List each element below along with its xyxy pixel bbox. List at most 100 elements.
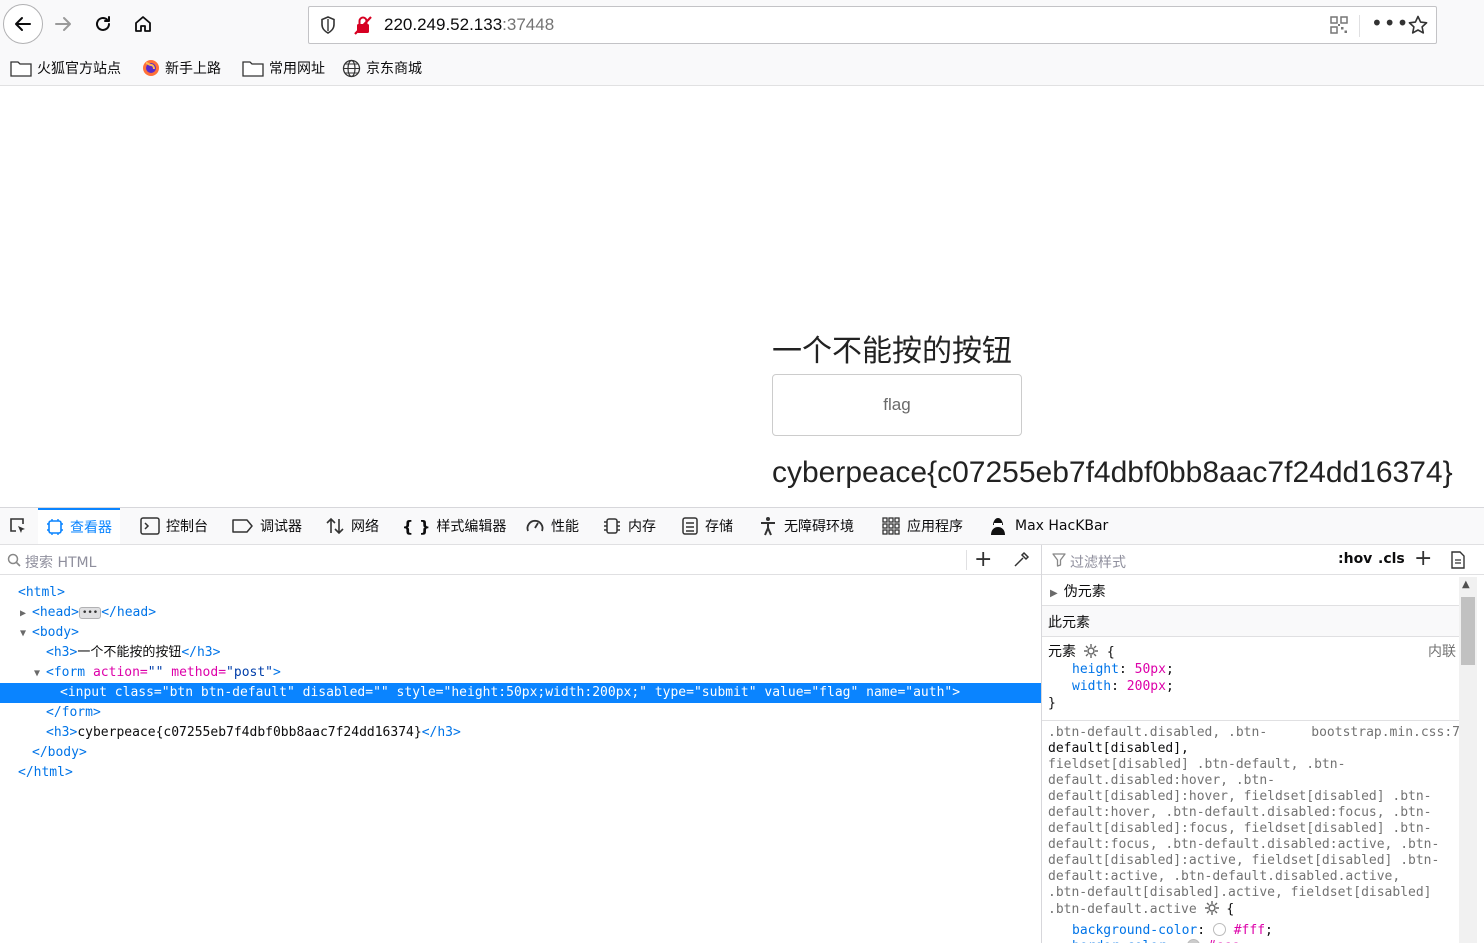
network-icon [326,517,344,535]
back-button[interactable] [3,4,43,44]
tab-label: 应用程序 [907,519,963,535]
tab-label: Max HacKBar [1015,518,1109,534]
bootstrap-selector: .btn-default.disabled, .btn- bootstrap.m… [1048,725,1460,943]
bookmark-common-sites[interactable]: 常用网址 [242,58,325,78]
tab-application[interactable]: 应用程序 [873,508,971,544]
markup-line-body[interactable]: ▼ <body> [0,623,1041,643]
css-declaration[interactable]: background-color: #fff; [1048,923,1460,939]
tab-label: 内存 [628,519,656,535]
collapsed-ellipsis[interactable]: ••• [78,606,102,619]
markup-line-html[interactable]: <html> [0,583,1041,603]
css-declaration[interactable]: border-color: ▶ #ccc; [1048,939,1460,943]
folder-icon [242,61,264,77]
tab-network[interactable]: 网络 [317,508,387,544]
inspector-icon [47,519,63,535]
accessibility-icon [761,517,775,536]
rules-scrollbar[interactable]: ▲ [1459,577,1477,943]
html-close-tag: </html> [18,765,73,780]
tab-inspector[interactable]: 查看器 [38,508,120,544]
qr-code-icon[interactable] [1329,15,1349,35]
open-brace: { [1106,645,1115,660]
tab-label: 控制台 [166,519,208,535]
forward-button[interactable] [45,6,81,42]
form-action-value: "" [147,665,164,680]
hover-toggle-button[interactable]: :hov [1338,551,1372,567]
body-close-tag: </body> [32,745,87,760]
markup-line-form-close[interactable]: </form> [0,703,1041,723]
h3-flag-text-node: cyberpeace{c07255eb7f4dbf0bb8aac7f24dd16… [77,725,422,740]
color-swatch[interactable] [1187,939,1200,943]
scrollbar-thumb[interactable] [1461,597,1475,665]
performance-icon [526,519,544,532]
url-host: 220.249.52.133 [384,15,503,34]
form-method-attr: method= [171,665,227,680]
browser-toolbar: 220.249.52.133:37448 ••• [0,0,1484,50]
tab-storage[interactable]: 存储 [673,508,741,544]
url-text[interactable]: 220.249.52.133:37448 [384,15,554,35]
style-editor-icon: { } [402,516,431,536]
css-declaration[interactable]: height: 50px; [1072,662,1174,678]
color-swatch[interactable] [1212,923,1226,936]
bookmark-star-icon[interactable] [1407,14,1429,36]
tab-label: 存储 [705,519,733,535]
css-property-value: 50px [1134,662,1166,677]
pseudo-elements-label: 伪元素 [1063,584,1106,600]
tab-style-editor[interactable]: { } 样式编辑器 [394,508,514,544]
element-picker-button[interactable] [0,508,36,544]
add-rule-button[interactable]: + [1414,546,1432,571]
bookmark-getting-started[interactable]: 新手上路 [142,58,221,78]
shield-icon[interactable] [318,15,338,35]
add-node-button[interactable]: + [974,547,992,572]
tab-debugger[interactable]: 调试器 [224,508,310,544]
gear-icon[interactable] [1084,644,1099,658]
print-styles-icon[interactable] [1450,551,1466,569]
page-actions-menu-button[interactable]: ••• [1371,11,1409,35]
inline-source-link[interactable]: 内联 [1428,641,1456,661]
class-toggle-button[interactable]: .cls [1378,551,1405,567]
tab-memory[interactable]: 内存 [594,508,664,544]
markup-line-h3[interactable]: <h3>一个不能按的按钮</h3> [0,643,1041,663]
pseudo-elements-section[interactable]: ▶ 伪元素 [1042,575,1460,606]
bookmark-jd-mall[interactable]: 京东商城 [342,58,422,78]
markup-line-body-close[interactable]: </body> [0,743,1041,763]
markup-line-head[interactable]: ▶ <head> ••• </head> [0,603,1041,623]
expand-twisty-icon[interactable]: ▶ [1050,588,1058,599]
page-content: 一个不能按的按钮 flag cyberpeace{c07255eb7f4dbf0… [0,86,1484,507]
bootstrap-rule: .btn-default.disabled, .btn- bootstrap.m… [1042,721,1460,943]
bookmark-label: 京东商城 [366,61,422,77]
tab-console[interactable]: 控制台 [132,508,216,544]
bootstrap-source-link[interactable]: bootstrap.min.css:7 [1311,725,1460,741]
url-bar[interactable]: 220.249.52.133:37448 ••• [308,6,1437,44]
folder-icon [10,61,32,77]
collapse-twisty-icon[interactable]: ▼ [34,664,46,684]
collapse-twisty-icon[interactable]: ▼ [20,624,32,644]
selector-line: default:focus, .btn-default.disabled:act… [1048,837,1440,852]
filter-styles-input[interactable]: 过滤样式 [1070,552,1126,572]
selector-line: default[disabled]:hover, fieldset[disabl… [1048,789,1432,804]
hackbar-icon [991,518,1005,535]
markup-line-html-close[interactable]: </html> [0,763,1041,783]
filter-icon [1052,553,1066,567]
selector-line: default.disabled:hover, .btn- [1048,773,1275,788]
eyedropper-icon[interactable] [1012,551,1030,569]
home-button[interactable] [125,6,161,42]
bookmark-firefox-official[interactable]: 火狐官方站点 [10,58,121,78]
reload-button[interactable] [85,6,121,42]
tab-label: 无障碍环境 [784,519,854,535]
tab-max-hackbar[interactable]: Max HacKBar [979,508,1116,544]
scroll-up-arrow-icon[interactable]: ▲ [1462,579,1470,590]
markup-line-form[interactable]: ▼ <form action="" method="post"> [0,663,1041,683]
expand-twisty-icon[interactable]: ▶ [20,604,32,624]
tab-accessibility[interactable]: 无障碍环境 [750,508,862,544]
tab-label: 网络 [351,519,379,535]
search-html-input[interactable]: 搜索 HTML [25,552,96,572]
search-separator [966,550,967,570]
h3-open-tag: <h3> [46,725,78,740]
markup-line-h3-flag[interactable]: <h3>cyberpeace{c07255eb7f4dbf0bb8aac7f24… [0,723,1041,743]
gear-icon[interactable] [1204,901,1219,915]
insecure-lock-icon[interactable] [352,14,374,36]
markup-line-input-selected[interactable]: <input class="btn btn-default" disabled=… [0,683,1041,703]
css-declaration[interactable]: width: 200px; [1072,679,1174,695]
tab-performance[interactable]: 性能 [517,508,587,544]
flag-button[interactable]: flag [772,374,1022,436]
